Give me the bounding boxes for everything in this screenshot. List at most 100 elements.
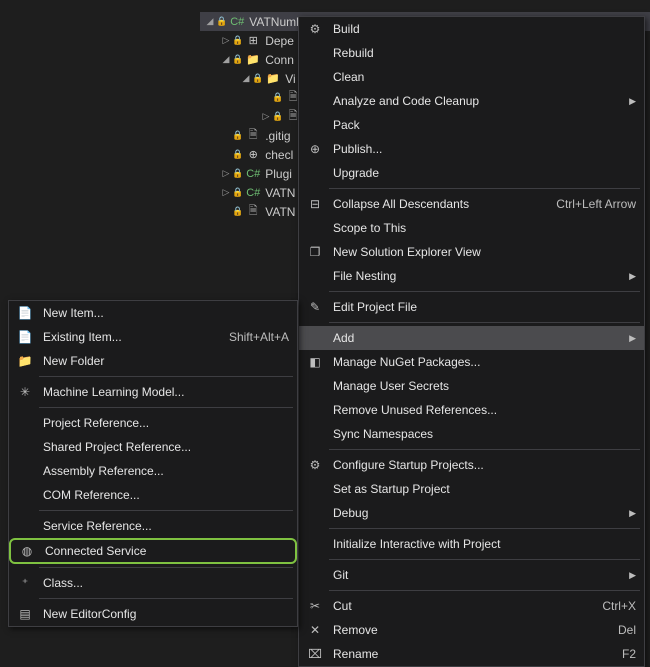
- menu-item-label: Project Reference...: [37, 416, 289, 430]
- menu-item-cut[interactable]: ✂CutCtrl+X: [299, 594, 644, 618]
- menu-item-com-reference[interactable]: COM Reference...: [9, 483, 297, 507]
- menu-separator: [39, 598, 293, 599]
- menu-shortcut: F2: [606, 647, 636, 661]
- menu-item-label: Manage NuGet Packages...: [327, 355, 636, 369]
- menu-item-scope-to-this[interactable]: Scope to This: [299, 216, 644, 240]
- class-icon: ⁺: [13, 576, 37, 590]
- menu-item-machine-learning-model[interactable]: ✳Machine Learning Model...: [9, 380, 297, 404]
- menu-item-service-reference[interactable]: Service Reference...: [9, 514, 297, 538]
- submenu-arrow-icon: ▶: [621, 570, 636, 581]
- menu-item-label: Collapse All Descendants: [327, 197, 540, 211]
- tree-label: VATN: [265, 205, 295, 219]
- menu-item-label: Rename: [327, 647, 606, 661]
- menu-item-project-reference[interactable]: Project Reference...: [9, 411, 297, 435]
- menu-item-label: Initialize Interactive with Project: [327, 537, 636, 551]
- menu-item-label: Build: [327, 22, 636, 36]
- menu-item-git[interactable]: Git▶: [299, 563, 644, 587]
- lock-icon: 🔒: [232, 187, 243, 198]
- menu-item-build[interactable]: ⚙Build: [299, 17, 644, 41]
- dependencies-icon: ⊞: [245, 33, 261, 49]
- chevron-down-icon: ◢: [220, 54, 232, 65]
- menu-item-label: Assembly Reference...: [37, 464, 289, 478]
- menu-item-pack[interactable]: Pack: [299, 113, 644, 137]
- menu-item-manage-nuget-packages[interactable]: ◧Manage NuGet Packages...: [299, 350, 644, 374]
- menu-item-label: Clean: [327, 70, 636, 84]
- menu-item-label: Scope to This: [327, 221, 636, 235]
- connected-icon: ◍: [15, 544, 39, 558]
- publish-icon: ⊕: [303, 142, 327, 156]
- lock-icon: 🔒: [252, 73, 263, 84]
- menu-item-rebuild[interactable]: Rebuild: [299, 41, 644, 65]
- menu-item-edit-project-file[interactable]: ✎Edit Project File: [299, 295, 644, 319]
- menu-separator: [329, 590, 640, 591]
- menu-item-label: Existing Item...: [37, 330, 213, 344]
- menu-item-rename[interactable]: ⌧RenameF2: [299, 642, 644, 666]
- menu-shortcut: Shift+Alt+A: [213, 330, 289, 344]
- menu-item-new-folder[interactable]: 📁New Folder: [9, 349, 297, 373]
- csproj-icon: C#: [229, 14, 245, 30]
- menu-item-publish[interactable]: ⊕Publish...: [299, 137, 644, 161]
- tree-label: Conn: [265, 53, 294, 67]
- chevron-down-icon: ◢: [240, 73, 252, 84]
- menu-item-remove-unused-references[interactable]: Remove Unused References...: [299, 398, 644, 422]
- file-icon: ⊕: [245, 147, 261, 163]
- menu-item-assembly-reference[interactable]: Assembly Reference...: [9, 459, 297, 483]
- lock-icon: 🔒: [272, 92, 283, 103]
- chevron-right-icon: ▷: [220, 35, 232, 46]
- submenu-arrow-icon: ▶: [621, 508, 636, 519]
- project-context-menu: ⚙BuildRebuild Clean Analyze and Code Clean…: [298, 16, 645, 667]
- chevron-right-icon: ▷: [220, 168, 232, 179]
- menu-item-collapse-all-descendants[interactable]: ⊟Collapse All DescendantsCtrl+Left Arrow: [299, 192, 644, 216]
- menu-item-connected-service[interactable]: ◍Connected Service: [9, 538, 297, 564]
- menu-item-label: Configure Startup Projects...: [327, 458, 636, 472]
- menu-item-label: Remove Unused References...: [327, 403, 636, 417]
- menu-item-new-item[interactable]: 📄New Item...: [9, 301, 297, 325]
- newfolder-icon: 📁: [13, 354, 37, 368]
- menu-item-label: Machine Learning Model...: [37, 385, 289, 399]
- menu-item-new-editorconfig[interactable]: ▤New EditorConfig: [9, 602, 297, 626]
- menu-item-shared-project-reference[interactable]: Shared Project Reference...: [9, 435, 297, 459]
- menu-item-file-nesting[interactable]: File Nesting▶: [299, 264, 644, 288]
- menu-item-remove[interactable]: ✕RemoveDel: [299, 618, 644, 642]
- lock-icon: 🔒: [232, 168, 243, 179]
- menu-separator: [39, 407, 293, 408]
- lock-icon: 🔒: [232, 54, 243, 65]
- menu-item-analyze-and-code-cleanup[interactable]: Analyze and Code Cleanup▶: [299, 89, 644, 113]
- menu-separator: [329, 449, 640, 450]
- menu-item-label: Remove: [327, 623, 602, 637]
- lock-icon: 🔒: [232, 35, 243, 46]
- menu-item-label: Cut: [327, 599, 586, 613]
- menu-item-label: Sync Namespaces: [327, 427, 636, 441]
- cs-icon: C#: [245, 166, 261, 182]
- menu-item-debug[interactable]: Debug▶: [299, 501, 644, 525]
- menu-separator: [39, 567, 293, 568]
- cut-icon: ✂: [303, 599, 327, 613]
- menu-item-label: File Nesting: [327, 269, 621, 283]
- chevron-down-icon: ◢: [204, 16, 216, 27]
- menu-item-upgrade[interactable]: Upgrade: [299, 161, 644, 185]
- menu-item-initialize-interactive-with-project[interactable]: Initialize Interactive with Project: [299, 532, 644, 556]
- menu-item-sync-namespaces[interactable]: Sync Namespaces: [299, 422, 644, 446]
- menu-item-set-as-startup-project[interactable]: Set as Startup Project: [299, 477, 644, 501]
- menu-item-new-solution-explorer-view[interactable]: ❐New Solution Explorer View: [299, 240, 644, 264]
- menu-item-add[interactable]: Add▶: [299, 326, 644, 350]
- lock-icon: 🔒: [232, 130, 243, 141]
- menu-separator: [39, 510, 293, 511]
- menu-item-label: Edit Project File: [327, 300, 636, 314]
- file-icon: 🗎: [245, 204, 261, 220]
- ml-icon: ✳: [13, 385, 37, 399]
- menu-item-label: Set as Startup Project: [327, 482, 636, 496]
- editorconfig-icon: ▤: [13, 607, 37, 621]
- menu-item-configure-startup-projects[interactable]: ⚙Configure Startup Projects...: [299, 453, 644, 477]
- lock-icon: 🔒: [272, 111, 283, 122]
- menu-separator: [329, 322, 640, 323]
- menu-separator: [329, 291, 640, 292]
- edit-icon: ✎: [303, 300, 327, 314]
- menu-item-existing-item[interactable]: 📄Existing Item...Shift+Alt+A: [9, 325, 297, 349]
- menu-item-class[interactable]: ⁺Class...: [9, 571, 297, 595]
- menu-item-clean[interactable]: Clean: [299, 65, 644, 89]
- menu-item-label: Pack: [327, 118, 636, 132]
- menu-item-label: Connected Service: [39, 544, 287, 558]
- remove-icon: ✕: [303, 623, 327, 637]
- menu-item-manage-user-secrets[interactable]: Manage User Secrets: [299, 374, 644, 398]
